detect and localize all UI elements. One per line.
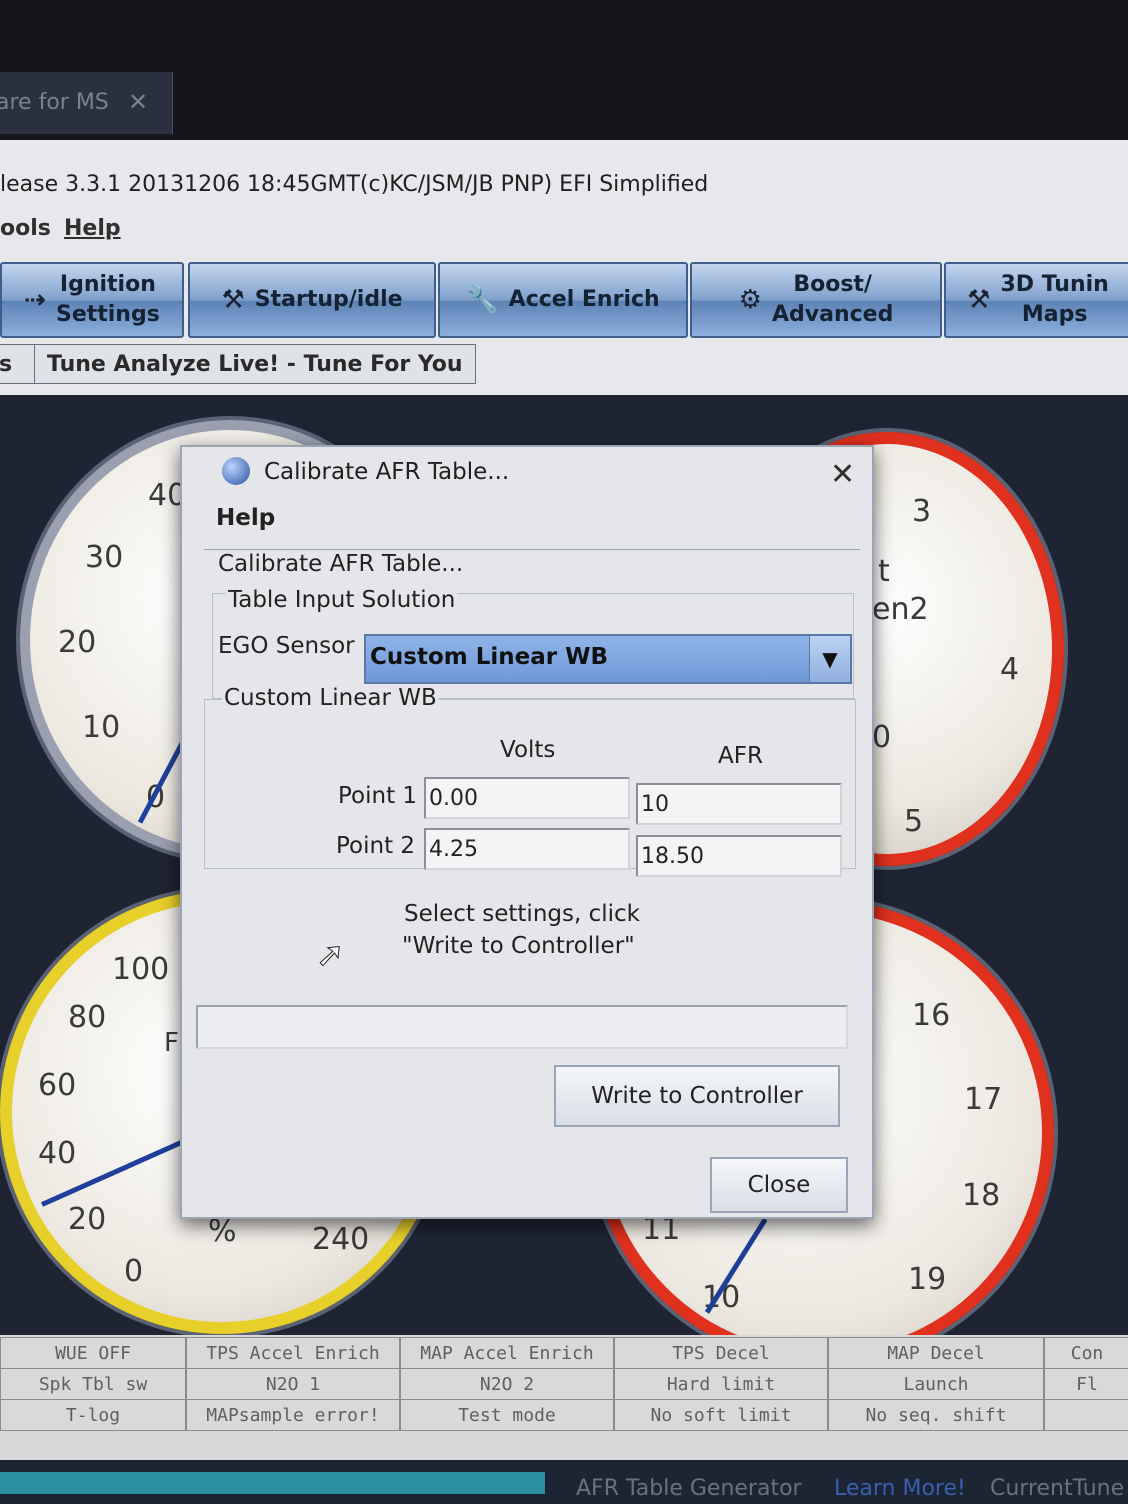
app-icon [222, 457, 250, 485]
dialog-title: Calibrate AFR Table... [264, 459, 510, 485]
status-indicator: TPS Accel Enrich [186, 1337, 400, 1369]
status-indicator: MAP Decel [828, 1337, 1044, 1369]
ego-sensor-select[interactable]: Custom Linear WB ▼ [364, 634, 852, 684]
toolbar-label: Ignition Settings [55, 272, 160, 327]
gauge-tick: 40 [38, 1136, 77, 1171]
wrench-icon: 🔧 [466, 285, 499, 315]
status-indicator: Con [1044, 1337, 1128, 1369]
status-indicator: Hard limit [614, 1368, 828, 1400]
status-indicator: MAPsample error! [186, 1399, 400, 1431]
write-to-controller-button[interactable]: Write to Controller [554, 1065, 840, 1127]
gauge-tick: 100 [112, 952, 170, 987]
gauge-tick: 30 [85, 540, 124, 575]
status-indicator [1044, 1399, 1128, 1431]
browser-tab-title: are for MS [0, 90, 109, 115]
toolbar-label: Startup/idle [254, 287, 403, 312]
ego-sensor-label: EGO Sensor [218, 633, 355, 659]
hammer-icon: ⚒ [967, 285, 991, 315]
ignition-icon: ⇢ [24, 285, 46, 315]
gauge-tick: 3 [912, 494, 932, 529]
footer-link-learn-more[interactable]: Learn More! [834, 1476, 966, 1501]
mouse-cursor-icon: ➚ [316, 935, 345, 976]
group-title: Table Input Solution [226, 587, 458, 613]
point1-volts-field[interactable]: 0.00 [424, 777, 630, 819]
status-indicator: MAP Accel Enrich [400, 1337, 614, 1369]
gauge-tick: 0 [124, 1254, 144, 1289]
point2-volts-field[interactable]: 4.25 [424, 828, 630, 870]
point2-label: Point 2 [336, 833, 416, 859]
window-title: lease 3.3.1 20131206 18:45GMT(c)KC/JSM/J… [0, 172, 709, 197]
status-indicator-grid: WUE OFF TPS Accel Enrich MAP Accel Enrich T… [0, 1335, 1128, 1460]
menu-tools[interactable]: ools [0, 216, 51, 241]
gauge-tick: 19 [908, 1262, 947, 1297]
boost-advanced-button[interactable]: ⚙ Boost/ Advanced [690, 262, 942, 338]
group-title: Custom Linear WB [222, 685, 439, 711]
point2-afr-field[interactable]: 18.50 [636, 835, 842, 877]
hammer-icon: ⚒ [221, 285, 245, 315]
status-indicator: Launch [828, 1368, 1044, 1400]
instructions-line1: Select settings, click [404, 901, 640, 927]
close-icon[interactable]: ✕ [830, 457, 855, 492]
toolbar-label: 3D Tunin Maps [1000, 272, 1109, 327]
status-indicator: WUE OFF [0, 1337, 186, 1369]
panel-title: Calibrate AFR Table... [218, 551, 464, 577]
dialog-title-bar: Calibrate AFR Table... ✕ [182, 447, 872, 502]
gauge-fragment: 0 [872, 720, 892, 755]
progress-bar [196, 1005, 848, 1049]
gauge-tick: 20 [68, 1202, 107, 1237]
gauge-tick: 4 [1000, 652, 1020, 687]
menu-help[interactable]: Help [64, 216, 121, 241]
gauge-tick: 80 [68, 1000, 107, 1035]
gauge-tick: 10 [82, 710, 121, 745]
ego-sensor-value: Custom Linear WB [370, 644, 608, 670]
startup-idle-button[interactable]: ⚒ Startup/idle [188, 262, 436, 338]
status-indicator: TPS Decel [614, 1337, 828, 1369]
footer-tab-afr-generator[interactable]: AFR Table Generator [576, 1476, 802, 1501]
title-bar: lease 3.3.1 20131206 18:45GMT(c)KC/JSM/J… [0, 150, 1128, 220]
toolbar-label: Accel Enrich [508, 287, 660, 312]
gauge-tick: 17 [964, 1082, 1003, 1117]
gauge-tick: 60 [38, 1068, 77, 1103]
gauge-letter: F [164, 1028, 179, 1058]
status-indicator: Fl [1044, 1368, 1128, 1400]
gauge-fragment: t [878, 554, 890, 589]
dialog-menu-help[interactable]: Help [216, 505, 275, 531]
point1-label: Point 1 [338, 783, 418, 809]
close-icon[interactable]: ✕ [128, 88, 148, 116]
column-header-afr: AFR [718, 743, 763, 769]
accel-enrich-button[interactable]: 🔧 Accel Enrich [438, 262, 688, 338]
menu-bar: ools Help [0, 212, 1128, 250]
chevron-down-icon[interactable]: ▼ [809, 636, 850, 682]
footer-bar: AFR Table Generator Learn More! CurrentT… [0, 1462, 1128, 1504]
tools-icon: ⚙ [738, 285, 762, 315]
gauge-tick: 240 [312, 1222, 370, 1257]
sub-tabs: s Tune Analyze Live! - Tune For You [0, 340, 1128, 388]
column-header-volts: Volts [500, 737, 556, 763]
gauge-tick: 16 [912, 998, 951, 1033]
status-indicator: N2O 1 [186, 1368, 400, 1400]
point1-afr-field[interactable]: 10 [636, 783, 842, 825]
gauge-fragment: en2 [872, 592, 929, 627]
footer-progress [0, 1472, 545, 1494]
gauge-tick: 18 [962, 1178, 1001, 1213]
status-indicator: No soft limit [614, 1399, 828, 1431]
close-button[interactable]: Close [710, 1157, 848, 1213]
3d-tuning-maps-button[interactable]: ⚒ 3D Tunin Maps [944, 262, 1128, 338]
toolbar: ⇢ Ignition Settings ⚒ Startup/idle 🔧 Acc… [0, 256, 1128, 346]
footer-tab-current-tune[interactable]: CurrentTune [990, 1476, 1124, 1501]
status-indicator: T-log [0, 1399, 186, 1431]
tab-tune-analyze-live[interactable]: Tune Analyze Live! - Tune For You [34, 344, 476, 384]
status-indicator: N2O 2 [400, 1368, 614, 1400]
gauge-tick: 5 [904, 804, 924, 839]
gauge-tick: 20 [58, 625, 97, 660]
status-indicator: No seq. shift [828, 1399, 1044, 1431]
status-indicator: Spk Tbl sw [0, 1368, 186, 1400]
calibrate-afr-dialog: Calibrate AFR Table... ✕ Help Calibrate … [180, 445, 874, 1219]
toolbar-label: Boost/ Advanced [771, 272, 894, 327]
ignition-settings-button[interactable]: ⇢ Ignition Settings [0, 262, 184, 338]
status-indicator: Test mode [400, 1399, 614, 1431]
browser-tab[interactable]: are for MS ✕ [0, 72, 173, 134]
instructions-line2: "Write to Controller" [402, 933, 635, 959]
